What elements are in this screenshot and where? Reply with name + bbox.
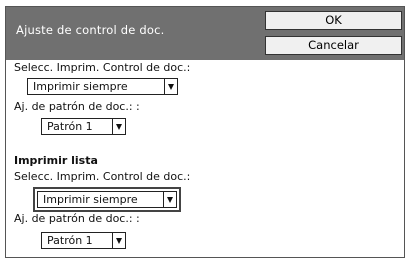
print-list-select-label: Selecc. Imprim. Control de doc.:: [14, 170, 191, 183]
ok-button[interactable]: OK: [265, 11, 402, 30]
pattern-value: Patrón 1: [47, 120, 93, 133]
chevron-down-icon[interactable]: [112, 119, 125, 134]
print-select-label: Selecc. Imprim. Control de doc.:: [14, 61, 191, 74]
print-list-mode-value: Imprimir siempre: [43, 193, 138, 206]
print-list-heading: Imprimir lista: [14, 154, 98, 167]
cancel-button[interactable]: Cancelar: [265, 36, 402, 55]
document-control-dialog: Ajuste de control de doc. OK Cancelar Se…: [5, 6, 405, 258]
chevron-down-icon[interactable]: [163, 192, 176, 207]
print-list-pattern-value: Patrón 1: [47, 234, 93, 247]
chevron-down-icon[interactable]: [164, 79, 177, 94]
pattern-label: Aj. de patrón de doc.: :: [14, 100, 140, 113]
print-list-mode-select[interactable]: Imprimir siempre: [33, 187, 181, 212]
print-list-pattern-select[interactable]: Patrón 1: [41, 232, 126, 249]
print-mode-value: Imprimir siempre: [33, 80, 128, 93]
dialog-content: Selecc. Imprim. Control de doc.: Imprimi…: [6, 60, 404, 257]
pattern-select[interactable]: Patrón 1: [41, 118, 126, 135]
dialog-header: Ajuste de control de doc. OK Cancelar: [6, 7, 404, 60]
chevron-down-icon[interactable]: [112, 233, 125, 248]
print-mode-select[interactable]: Imprimir siempre: [27, 78, 178, 95]
dialog-title: Ajuste de control de doc.: [16, 23, 165, 37]
print-list-pattern-label: Aj. de patrón de doc.: :: [14, 212, 140, 225]
